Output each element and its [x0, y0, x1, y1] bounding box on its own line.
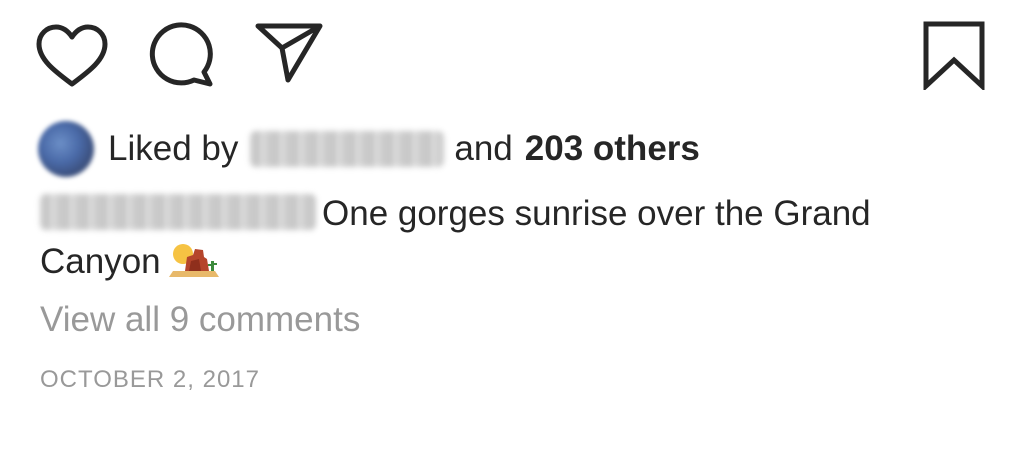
- paper-plane-icon[interactable]: [254, 22, 324, 84]
- caption-username-redacted[interactable]: [40, 193, 316, 230]
- liker-avatar[interactable]: [38, 121, 94, 177]
- comment-bubble-icon[interactable]: [146, 22, 216, 88]
- likes-count-link[interactable]: 203 others: [525, 129, 700, 169]
- post-caption: One gorges sunrise over the Grand Canyon: [40, 190, 980, 286]
- desert-sunrise-emoji: [168, 241, 219, 279]
- heart-icon[interactable]: [36, 24, 108, 88]
- caption-text-line1: One gorges sunrise over the Grand: [322, 194, 871, 233]
- liked-by-label: Liked by: [108, 129, 239, 168]
- post-action-bar: [0, 0, 1024, 100]
- liker-username-redacted[interactable]: [250, 131, 445, 167]
- post-date: OCTOBER 2, 2017: [40, 366, 260, 393]
- likes-summary: Liked by and 203 others: [38, 118, 700, 180]
- view-all-comments-link[interactable]: View all 9 comments: [40, 300, 360, 340]
- bookmark-icon[interactable]: [922, 20, 986, 90]
- likes-and-label: and: [454, 129, 513, 168]
- caption-text-line2: Canyon: [40, 242, 161, 281]
